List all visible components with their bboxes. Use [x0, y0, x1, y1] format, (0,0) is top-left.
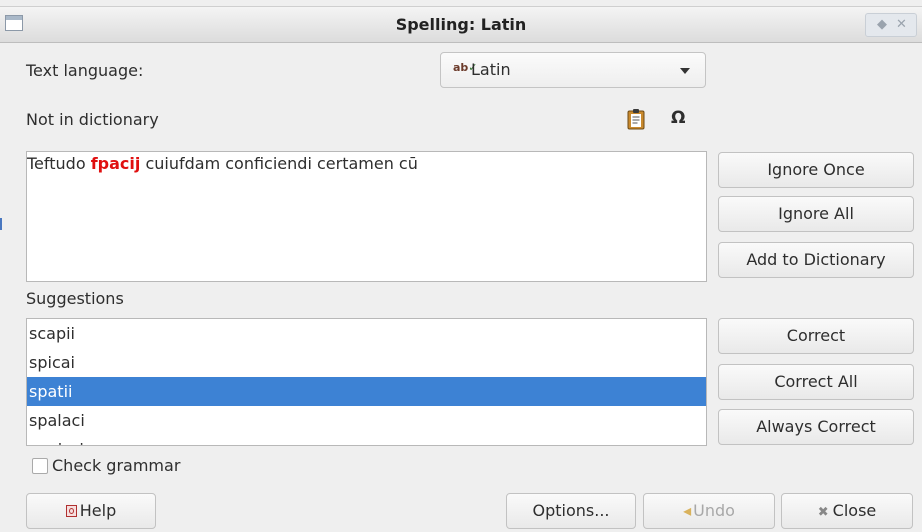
help-button[interactable]: Help: [26, 493, 156, 529]
text-language-label: Text language:: [26, 61, 144, 80]
suggestions-label: Suggestions: [26, 289, 124, 308]
help-icon: [65, 505, 77, 517]
ignore-all-button[interactable]: Ignore All: [718, 196, 914, 232]
undo-icon: ◂: [683, 501, 692, 520]
suggestion-item[interactable]: spalaci: [27, 406, 706, 435]
chevron-down-icon: [680, 68, 690, 74]
close-icon: ✖: [817, 505, 829, 520]
window-controls: ◆ ✕: [865, 13, 917, 37]
check-grammar-checkbox[interactable]: [32, 458, 48, 474]
edge-marker: [0, 218, 2, 230]
ignore-once-button[interactable]: Ignore Once: [718, 152, 914, 188]
sentence-textbox[interactable]: Teftudo fpacij cuiufdam conficiendi cert…: [26, 151, 707, 282]
correct-all-button[interactable]: Correct All: [718, 364, 914, 400]
add-to-dictionary-button[interactable]: Add to Dictionary: [718, 242, 914, 278]
suggestion-item[interactable]: spicai: [27, 348, 706, 377]
sentence-after: cuiufdam conficiendi certamen cū: [140, 154, 418, 173]
suggestion-item[interactable]: scapii: [27, 319, 706, 348]
sentence-text: Teftudo fpacij cuiufdam conficiendi cert…: [27, 154, 418, 173]
misspelled-word: fpacij: [90, 154, 141, 173]
maximize-icon[interactable]: ◆: [877, 15, 887, 35]
spelling-dialog: Spelling: Latin ◆ ✕ Text language: ab✓ L…: [0, 0, 922, 532]
sentence-before: Teftudo: [27, 154, 91, 173]
not-in-dictionary-label: Not in dictionary: [26, 110, 159, 129]
close-window-icon[interactable]: ✕: [896, 15, 907, 35]
undo-button[interactable]: ◂ Undo: [643, 493, 775, 529]
suggestion-item[interactable]: pacisci: [27, 435, 706, 445]
help-label: Help: [79, 501, 117, 520]
close-button[interactable]: ✖ Close: [781, 493, 913, 529]
close-label: Close: [832, 501, 877, 520]
check-grammar-label: Check grammar: [52, 456, 181, 475]
correct-button[interactable]: Correct: [718, 318, 914, 354]
omega-icon[interactable]: Ω: [671, 108, 685, 128]
language-selected-value: Latin: [471, 60, 511, 79]
suggestion-item-selected[interactable]: spatii: [27, 377, 706, 406]
always-correct-button[interactable]: Always Correct: [718, 409, 914, 445]
options-button[interactable]: Options...: [506, 493, 636, 529]
undo-label: Undo: [693, 501, 735, 520]
suggestions-list[interactable]: scapii spicai spatii spalaci pacisci: [26, 318, 707, 446]
language-select[interactable]: ab✓ Latin: [440, 52, 706, 88]
title-bar: Spelling: Latin ◆ ✕: [0, 6, 922, 43]
clipboard-icon[interactable]: [627, 108, 645, 130]
window-title: Spelling: Latin: [395, 15, 527, 34]
